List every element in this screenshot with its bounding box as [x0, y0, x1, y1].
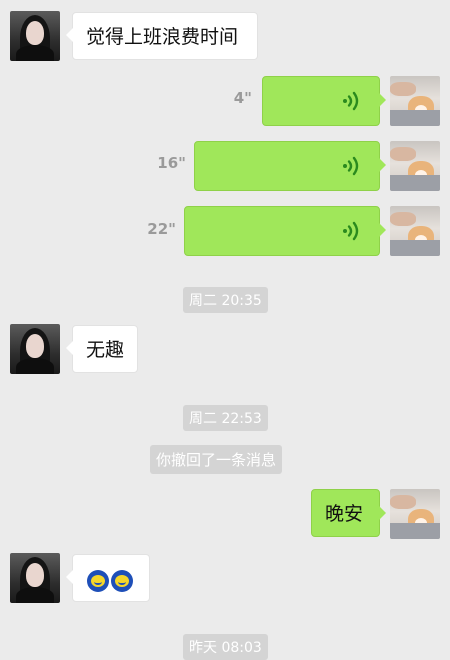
message-text: 晚安 [325, 503, 364, 525]
voice-duration: 4" [233, 89, 252, 107]
voice-message-bubble[interactable] [194, 141, 386, 191]
outgoing-message-bubble[interactable]: 晚安 [311, 489, 386, 537]
voice-wave-icon [343, 91, 359, 111]
my-avatar[interactable] [390, 489, 440, 539]
my-avatar[interactable] [390, 141, 440, 191]
voice-wave-icon [343, 221, 359, 241]
my-avatar[interactable] [390, 206, 440, 256]
timestamp-label: 周二 22:53 [183, 405, 268, 431]
incoming-message-bubble[interactable]: 无趣 [66, 325, 138, 373]
smile-emoji-icon [111, 569, 133, 592]
voice-message-bubble[interactable] [262, 76, 386, 126]
message-text: 觉得上班浪费时间 [86, 26, 239, 48]
voice-duration: 22" [147, 220, 176, 238]
message-text: 无趣 [86, 339, 125, 361]
my-avatar[interactable] [390, 76, 440, 126]
contact-avatar[interactable] [10, 324, 60, 374]
incoming-message-bubble[interactable]: 觉得上班浪费时间 [66, 12, 258, 60]
voice-duration: 16" [157, 154, 186, 172]
incoming-emoji-bubble[interactable] [66, 554, 150, 602]
voice-message-bubble[interactable] [184, 206, 386, 256]
contact-avatar[interactable] [10, 553, 60, 603]
contact-avatar[interactable] [10, 11, 60, 61]
timestamp-label: 昨天 08:03 [183, 634, 268, 660]
timestamp-label: 周二 20:35 [183, 287, 268, 313]
voice-wave-icon [343, 156, 359, 176]
recalled-message-notice: 你撤回了一条消息 [150, 445, 283, 474]
smile-emoji-icon [87, 569, 109, 592]
